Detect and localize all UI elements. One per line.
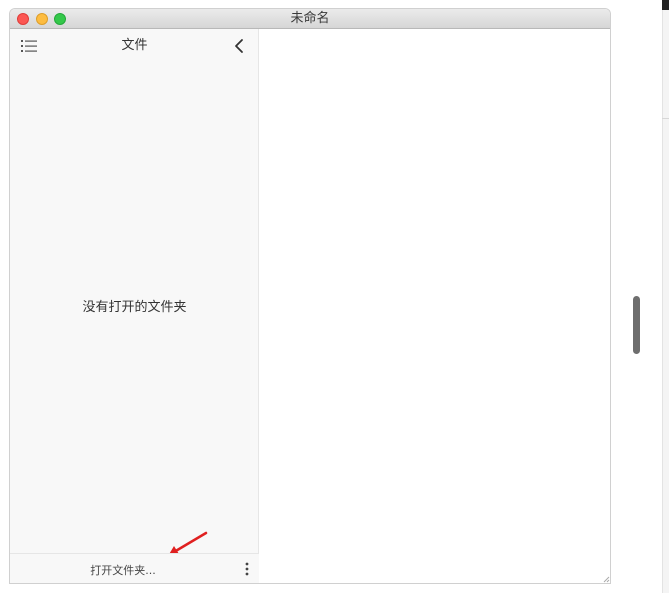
resize-grip-icon[interactable]: [602, 575, 610, 583]
background-window-edge: [662, 0, 669, 593]
sidebar-footer: 打开文件夹...: [10, 553, 259, 583]
files-sidebar: 文件 没有打开的文件夹 打开文件夹...: [10, 29, 259, 583]
editor-area[interactable]: [259, 29, 610, 583]
title-bar[interactable]: 未命名: [10, 9, 610, 29]
screen: 未命名 文件 没有打开的文件夹 打开文件夹...: [0, 0, 669, 593]
app-window: 未命名 文件 没有打开的文件夹 打开文件夹...: [10, 9, 610, 583]
vertical-ellipsis-icon[interactable]: [243, 562, 251, 576]
empty-folder-message: 没有打开的文件夹: [82, 300, 187, 315]
window-title: 未命名: [290, 11, 330, 26]
sidebar-title: 文件: [121, 38, 148, 53]
open-folder-button[interactable]: 打开文件夹...: [10, 562, 236, 578]
background-window-edge-top: [662, 0, 669, 10]
scrollbar-thumb[interactable]: [633, 296, 640, 354]
chevron-left-icon[interactable]: [232, 38, 246, 54]
background-divider: [662, 118, 669, 119]
